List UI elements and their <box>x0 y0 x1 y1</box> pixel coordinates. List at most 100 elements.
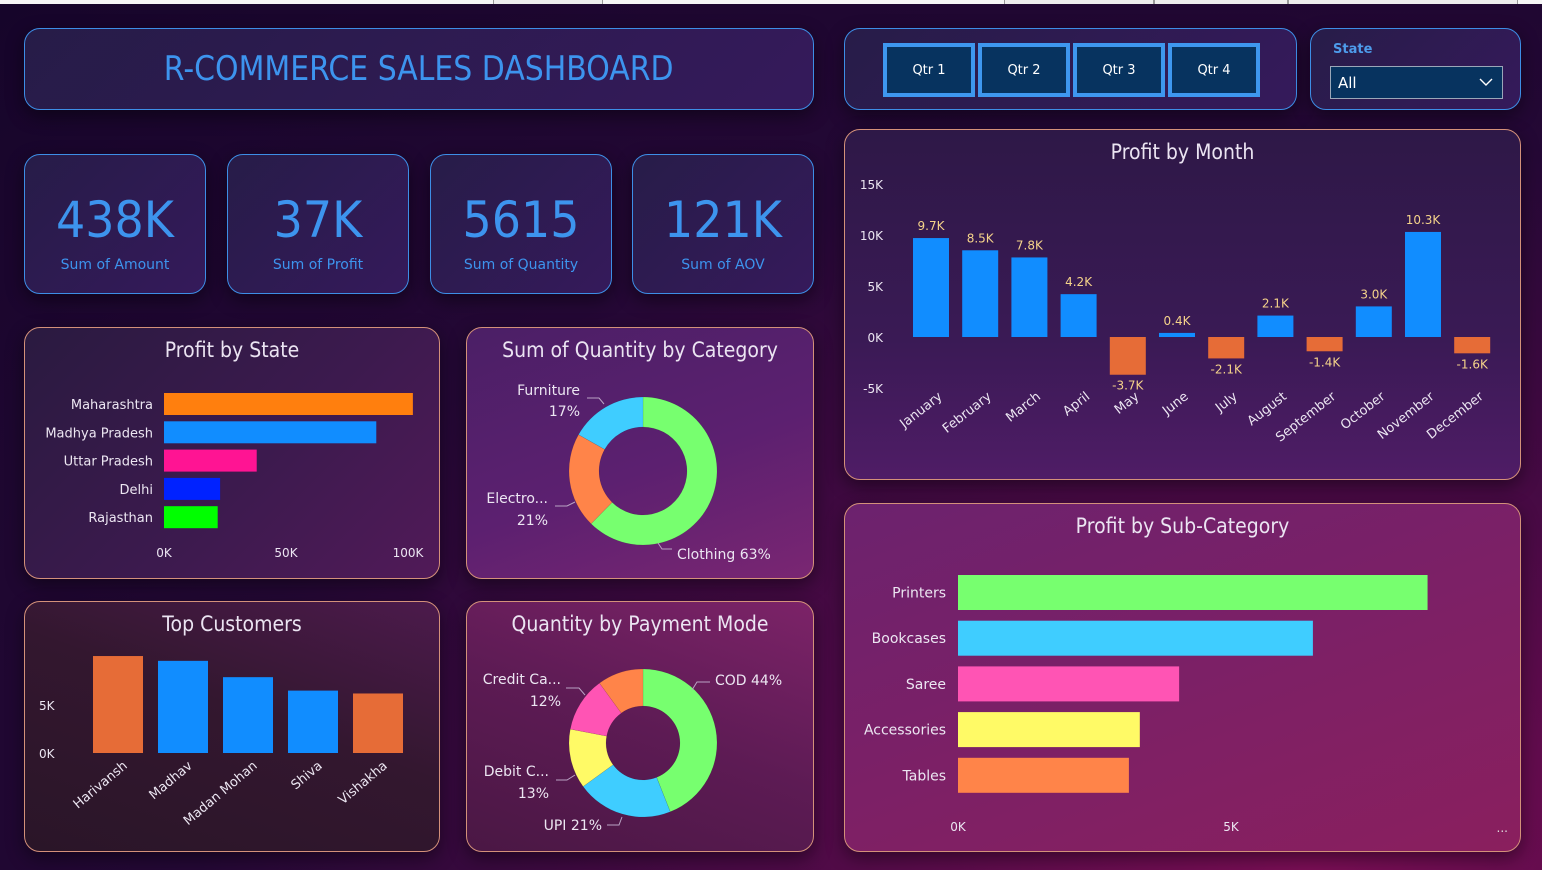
kpi-label: Sum of Amount <box>60 257 170 273</box>
bar <box>164 393 413 415</box>
leader-line <box>555 501 576 507</box>
leader-line <box>691 681 710 691</box>
kpi-card-aov: 121K Sum of AOV <box>632 154 814 294</box>
quarter-slicer: Qtr 1 Qtr 2 Qtr 3 Qtr 4 <box>844 28 1297 110</box>
qtr-4-button[interactable]: Qtr 4 <box>1168 43 1260 97</box>
x-tick-label: March <box>1003 389 1043 425</box>
top-tab[interactable] <box>1004 0 1154 4</box>
bar <box>1355 306 1392 337</box>
qtr-3-button[interactable]: Qtr 3 <box>1073 43 1165 97</box>
top-tab[interactable] <box>1154 0 1288 4</box>
x-tick-label: June <box>1159 389 1191 419</box>
top-customers-chart: 0K5KHarivansh MadhavMadan Mohan Shiva Visha… <box>39 656 403 829</box>
kpi-label: Sum of Quantity <box>463 257 579 273</box>
top-tab[interactable] <box>493 0 603 4</box>
bar <box>223 677 273 753</box>
slice-label: Debit C... <box>484 764 549 780</box>
x-tick-label: 100K <box>393 546 425 560</box>
x-tick-label: May <box>1112 389 1143 418</box>
slice-label: Credit Ca... <box>483 672 561 688</box>
bar <box>1208 337 1245 359</box>
profit-by-state-panel[interactable]: Profit by State Maharashtra Madhya Prades… <box>24 327 440 579</box>
dashboard-title: R-COMMERCE SALES DASHBOARD <box>164 49 674 89</box>
x-tick-label: Harivansh <box>71 759 131 813</box>
quantity-by-payment-chart: COD 44% UPI 21% Debit C... 13% Credit Ca... 1… <box>483 668 782 834</box>
x-tick-label: Madhav <box>147 758 196 803</box>
slice-value-label: COD 44% <box>715 673 782 689</box>
x-tick-label: January <box>897 389 946 432</box>
category-label: Bookcases <box>872 631 946 647</box>
category-label: Maharashtra <box>71 398 153 413</box>
x-tick-label: 0K <box>950 820 967 834</box>
bar <box>164 477 221 500</box>
category-label: Tables <box>902 768 947 784</box>
x-tick-label: 0K <box>156 546 173 560</box>
leader-line <box>607 816 623 826</box>
bar <box>164 506 218 529</box>
slice-label: Electro... <box>486 491 548 507</box>
category-label: Rajasthan <box>88 511 153 526</box>
state-dropdown[interactable]: All <box>1330 66 1503 99</box>
profit-by-month-panel[interactable]: Profit by Month 15K 10K 5K 0K -5K 9.7K January… <box>844 129 1521 480</box>
y-tick-label: 0K <box>867 331 884 345</box>
kpi-label: Sum of Profit <box>272 257 364 273</box>
kpi-card-profit: 37K Sum of Profit <box>227 154 409 294</box>
bar <box>1306 337 1343 352</box>
y-tick-label: 0K <box>39 747 56 761</box>
state-filter-card: State All <box>1310 28 1521 110</box>
slice-value-label: 21% <box>517 513 548 529</box>
more-options-indicator[interactable]: ... <box>1497 821 1508 835</box>
data-label: -1.6K <box>1457 357 1489 371</box>
window-top-strip <box>0 0 1542 4</box>
x-tick-label: Shiva <box>289 759 326 793</box>
state-dropdown-value: All <box>1338 73 1357 92</box>
kpi-value: 121K <box>664 191 782 249</box>
bar <box>1109 337 1146 375</box>
data-label: 0.4K <box>1164 314 1192 328</box>
quantity-by-category-panel[interactable]: Sum of Quantity by Category Clothing 63%… <box>466 327 814 579</box>
kpi-value: 37K <box>273 191 363 249</box>
profit-by-subcategory-panel[interactable]: Profit by Sub-Category Printers Bookcases… <box>844 503 1521 852</box>
leader-line <box>556 774 576 781</box>
x-tick-label: April <box>1060 389 1093 419</box>
data-label: 9.7K <box>918 219 946 233</box>
data-label: 4.2K <box>1065 275 1093 289</box>
category-label: Madhya Pradesh <box>45 426 153 441</box>
slice-value-label: 17% <box>549 404 580 420</box>
bar <box>288 690 338 753</box>
y-tick-label: 10K <box>860 229 884 243</box>
bar <box>958 620 1313 656</box>
data-label: -3.7K <box>1112 379 1144 393</box>
y-tick-label: 5K <box>867 280 884 294</box>
data-label: -1.4K <box>1309 355 1341 369</box>
bar <box>913 238 949 337</box>
leader-line <box>657 542 672 550</box>
qtr-2-button[interactable]: Qtr 2 <box>978 43 1070 97</box>
bar <box>962 250 999 337</box>
top-tab[interactable] <box>1288 0 1518 4</box>
bar <box>93 656 143 753</box>
kpi-label: Sum of AOV <box>681 257 765 273</box>
bar <box>1159 332 1195 337</box>
kpi-value: 5615 <box>462 191 580 249</box>
qtr-1-button[interactable]: Qtr 1 <box>883 43 975 97</box>
bar <box>1011 257 1048 337</box>
bar <box>164 421 377 444</box>
leader-line <box>566 687 586 696</box>
x-tick-label: August <box>1245 389 1290 429</box>
profit-by-month-chart: 15K 10K 5K 0K -5K 9.7K January 8.5K February 7.8K… <box>860 178 1491 445</box>
bar <box>164 449 257 472</box>
slice-value-label: 12% <box>530 694 561 710</box>
bar <box>1257 315 1294 337</box>
data-label: -2.1K <box>1211 362 1243 376</box>
slice-value-label: 13% <box>518 786 549 802</box>
x-tick-label: July <box>1212 389 1241 416</box>
category-label: Printers <box>892 586 946 602</box>
leader-line <box>587 397 605 405</box>
category-label: Saree <box>906 677 946 693</box>
top-customers-panel[interactable]: Top Customers 0K 5K Harivansh Madhav Madan M… <box>24 601 440 852</box>
y-tick-label: -5K <box>863 382 884 396</box>
bar <box>1454 337 1491 354</box>
x-tick-label: February <box>940 389 995 436</box>
quantity-by-payment-panel[interactable]: Quantity by Payment Mode COD 44% UPI 21% D… <box>466 601 814 852</box>
